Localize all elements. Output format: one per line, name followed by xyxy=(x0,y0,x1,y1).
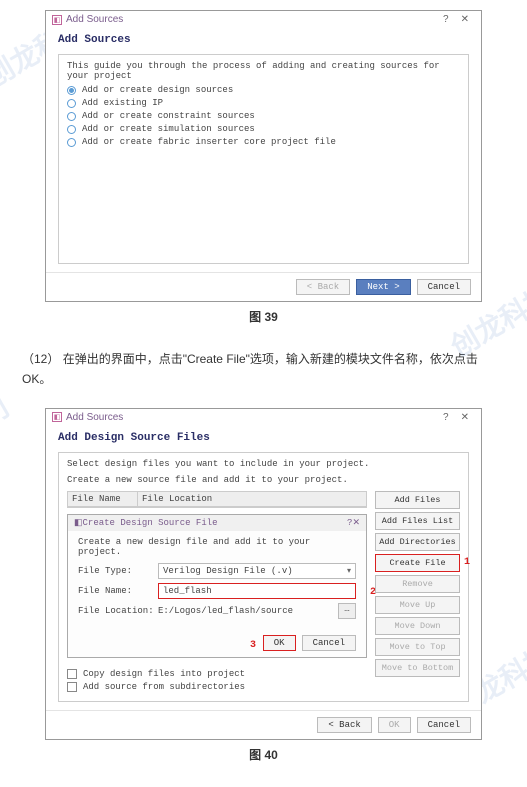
annotation-1: 1 xyxy=(464,557,470,568)
figure-caption-40: 图 40 xyxy=(0,746,527,763)
window-title: Add Sources xyxy=(66,412,123,423)
radio-icon xyxy=(67,112,76,121)
dialog-footer: < Back OK Cancel xyxy=(46,710,481,739)
radio-label: Add or create fabric inserter core proje… xyxy=(82,137,336,147)
file-type-label: File Type: xyxy=(78,566,158,576)
step-desc: 在弹出的界面中，点击"Create File"选项，输入新建的模块文件名称，依次… xyxy=(22,352,478,386)
inner-window-title: Create Design Source File xyxy=(83,518,218,528)
ok-button[interactable]: OK xyxy=(263,635,296,651)
move-top-button[interactable]: Move to Top xyxy=(375,638,460,656)
checkbox-label: Copy design files into project xyxy=(83,669,245,679)
move-up-button[interactable]: Move Up xyxy=(375,596,460,614)
side-button-column: Add Files Add Files List Add Directories… xyxy=(375,491,460,695)
dialog-footer: < Back Next > Cancel xyxy=(46,272,481,301)
table-header: File Name File Location xyxy=(68,492,366,507)
cancel-button[interactable]: Cancel xyxy=(302,635,356,651)
add-sources-dialog-2: ◧ Add Sources ? ✕ Add Design Source File… xyxy=(45,408,482,740)
ok-button[interactable]: OK xyxy=(378,717,411,733)
radio-label: Add existing IP xyxy=(82,98,163,108)
file-location-value: E:/Logos/led_flash/source xyxy=(158,606,334,616)
file-type-select[interactable]: Verilog Design File (.v) ▾ xyxy=(158,563,356,579)
inner-desc: Create a new design file and add it to y… xyxy=(78,537,356,557)
create-file-dialog: ◧ Create Design Source File ? ✕ Create a… xyxy=(67,514,367,658)
inner-titlebar: ◧ Create Design Source File ? ✕ xyxy=(68,515,366,531)
dialog-heading: Add Sources xyxy=(58,34,469,46)
add-files-list-button[interactable]: Add Files List xyxy=(375,512,460,530)
guide-text: This guide you through the process of ad… xyxy=(67,61,460,81)
titlebar: ◧ Add Sources ? ✕ xyxy=(46,409,481,426)
add-directories-button[interactable]: Add Directories xyxy=(375,533,460,551)
file-location-label: File Location: xyxy=(78,606,158,616)
close-button[interactable]: ✕ xyxy=(352,518,360,528)
move-down-button[interactable]: Move Down xyxy=(375,617,460,635)
checkbox-label: Add source from subdirectories xyxy=(83,682,245,692)
close-button[interactable]: ✕ xyxy=(455,14,475,25)
create-file-button[interactable]: Create File xyxy=(375,554,460,572)
file-type-value: Verilog Design File (.v) xyxy=(163,566,293,576)
back-button[interactable]: < Back xyxy=(296,279,350,295)
radio-icon xyxy=(67,99,76,108)
annotation-3: 3 xyxy=(250,640,256,651)
radio-icon xyxy=(67,86,76,95)
app-icon: ◧ xyxy=(74,518,83,528)
next-button[interactable]: Next > xyxy=(356,279,410,295)
file-name-input[interactable]: led_flash xyxy=(158,583,356,599)
col-file-location[interactable]: File Location xyxy=(138,492,366,506)
file-name-label: File Name: xyxy=(78,586,158,596)
figure-caption-39: 图 39 xyxy=(0,308,527,325)
chevron-down-icon: ▾ xyxy=(347,566,351,576)
radio-label: Add or create constraint sources xyxy=(82,111,255,121)
add-files-button[interactable]: Add Files xyxy=(375,491,460,509)
checkbox-icon xyxy=(67,682,77,692)
browse-button[interactable]: … xyxy=(338,603,356,619)
radio-design-sources[interactable]: Add or create design sources xyxy=(67,85,460,95)
radio-constraint-sources[interactable]: Add or create constraint sources xyxy=(67,111,460,121)
content-panel: Select design files you want to include … xyxy=(58,452,469,702)
col-file-name[interactable]: File Name xyxy=(68,492,138,506)
options-panel: This guide you through the process of ad… xyxy=(58,54,469,264)
radio-existing-ip[interactable]: Add existing IP xyxy=(67,98,460,108)
radio-icon xyxy=(67,125,76,134)
cancel-button[interactable]: Cancel xyxy=(417,279,471,295)
copy-files-checkbox-row[interactable]: Copy design files into project xyxy=(67,669,367,679)
step-number: （12） xyxy=(22,352,59,366)
help-button[interactable]: ? xyxy=(437,412,455,423)
dialog-heading: Add Design Source Files xyxy=(58,432,469,444)
radio-simulation-sources[interactable]: Add or create simulation sources xyxy=(67,124,460,134)
inner-footer: OK Cancel xyxy=(68,629,366,657)
cancel-button[interactable]: Cancel xyxy=(417,717,471,733)
watermark: 刂 xyxy=(0,386,16,435)
back-button[interactable]: < Back xyxy=(317,717,371,733)
radio-label: Add or create design sources xyxy=(82,85,233,95)
desc-line-1: Select design files you want to include … xyxy=(67,459,460,469)
file-location-row: File Location: E:/Logos/led_flash/source… xyxy=(78,603,356,619)
app-icon: ◧ xyxy=(52,412,62,422)
close-button[interactable]: ✕ xyxy=(455,412,475,423)
app-icon: ◧ xyxy=(52,15,62,25)
file-name-value: led_flash xyxy=(163,586,212,596)
titlebar: ◧ Add Sources ? ✕ xyxy=(46,11,481,28)
file-type-row: File Type: Verilog Design File (.v) ▾ xyxy=(78,563,356,579)
radio-label: Add or create simulation sources xyxy=(82,124,255,134)
add-subdirs-checkbox-row[interactable]: Add source from subdirectories xyxy=(67,682,367,692)
radio-fabric-inserter[interactable]: Add or create fabric inserter core proje… xyxy=(67,137,460,147)
step-12-text: （12） 在弹出的界面中，点击"Create File"选项，输入新建的模块文件… xyxy=(0,349,527,390)
window-title: Add Sources xyxy=(66,14,123,25)
move-bottom-button[interactable]: Move to Bottom xyxy=(375,659,460,677)
file-name-row: File Name: led_flash xyxy=(78,583,356,599)
help-button[interactable]: ? xyxy=(437,14,455,25)
desc-line-2: Create a new source file and add it to y… xyxy=(67,475,460,485)
radio-icon xyxy=(67,138,76,147)
remove-button[interactable]: Remove xyxy=(375,575,460,593)
checkbox-icon xyxy=(67,669,77,679)
add-sources-dialog-1: ◧ Add Sources ? ✕ Add Sources This guide… xyxy=(45,10,482,302)
file-table: File Name File Location xyxy=(67,491,367,508)
